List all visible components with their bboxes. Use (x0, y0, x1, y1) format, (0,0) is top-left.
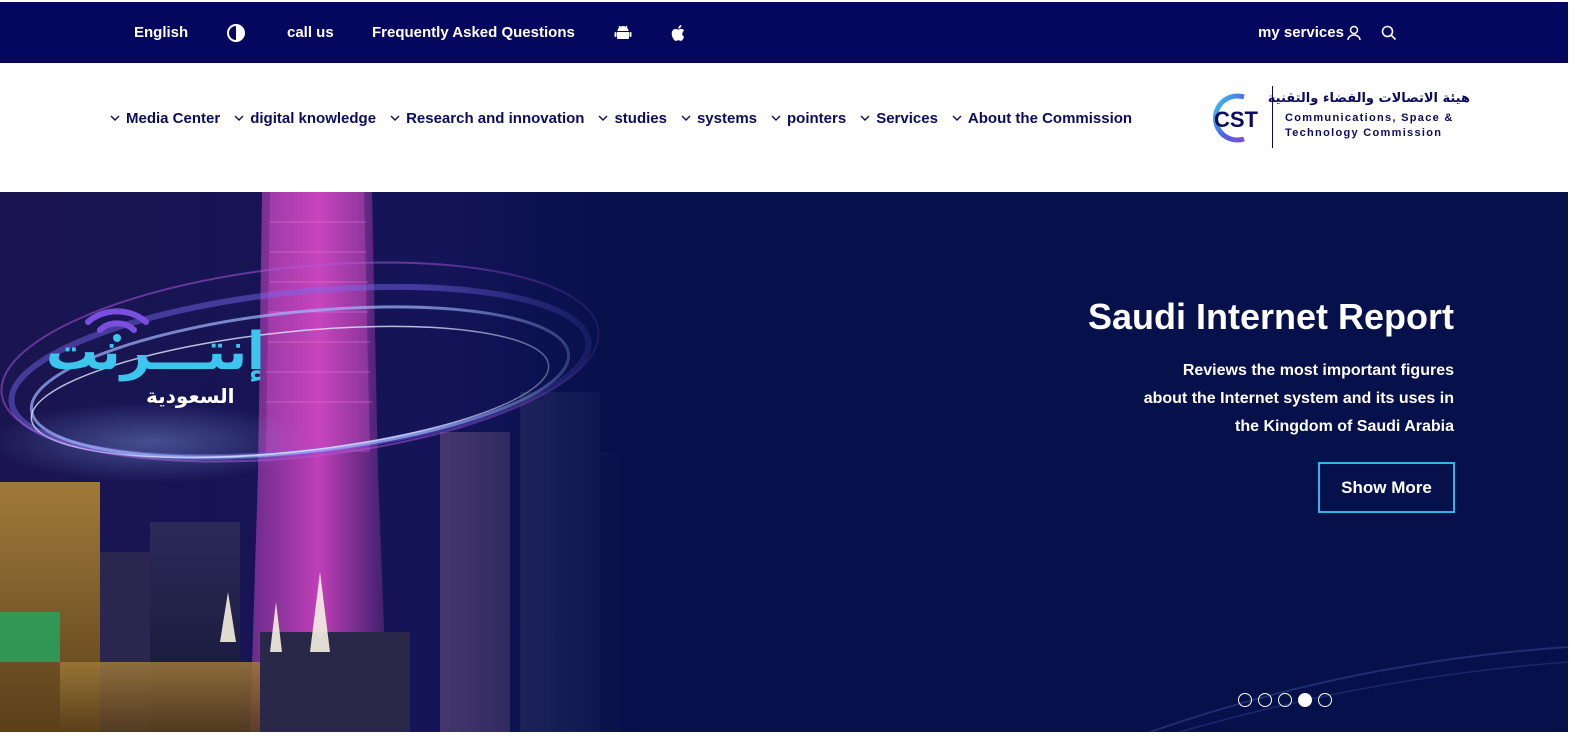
logo-english-line2: Technology Commission (1285, 127, 1443, 139)
carousel-pagination (1238, 693, 1332, 707)
my-services-label: my services (1258, 24, 1344, 41)
carousel-dot-3[interactable] (1278, 693, 1292, 707)
faq-link[interactable]: Frequently Asked Questions (372, 2, 575, 63)
nav-item-label: pointers (787, 109, 847, 127)
carousel-dot-2[interactable] (1258, 693, 1272, 707)
nav-item-label: Media Center (126, 109, 221, 127)
nav-item-label: About the Commission (967, 109, 1133, 127)
cst-logo-text: CST (1214, 107, 1259, 132)
nav-item-label: digital knowledge (250, 109, 377, 127)
apple-icon[interactable] (670, 2, 688, 63)
nav-item-services[interactable]: Services (860, 110, 938, 127)
chevron-down-icon (598, 115, 608, 121)
nav-item-about-commission[interactable]: About the Commission (952, 110, 1132, 127)
show-more-button[interactable]: Show More (1318, 462, 1455, 513)
android-icon[interactable] (614, 2, 632, 63)
cst-logo-mark: CST (1212, 93, 1259, 143)
hero-description-line1: Reviews the most important figures (1182, 362, 1454, 379)
nav-item-digital-knowledge[interactable]: digital knowledge (234, 110, 376, 127)
nav-item-label: studies (614, 109, 667, 127)
hero-banner: إنتـــرنت السعودية Saudi Internet Report… (0, 192, 1568, 732)
chevron-down-icon (234, 115, 244, 121)
user-icon (1347, 25, 1361, 41)
chevron-down-icon (110, 115, 120, 121)
nav-item-media-center[interactable]: Media Center (110, 110, 220, 127)
logo-arabic-name: هيئة الاتصالات والفضاء والتقنية (1267, 91, 1470, 106)
chevron-down-icon (860, 115, 870, 121)
chevron-down-icon (771, 115, 781, 121)
my-services-link[interactable]: my services (1258, 2, 1361, 63)
call-us-link[interactable]: call us (287, 2, 334, 63)
chevron-down-icon (681, 115, 691, 121)
nav-item-studies[interactable]: studies (598, 110, 667, 127)
language-switch[interactable]: English (134, 2, 188, 63)
nav-item-label: systems (696, 109, 757, 127)
contrast-icon[interactable] (226, 2, 246, 63)
carousel-dot-4[interactable] (1298, 693, 1312, 707)
search-icon[interactable] (1381, 2, 1397, 63)
saudi-internet-logo: إنتـــرنت السعودية (38, 300, 268, 420)
cst-logo[interactable]: CST هيئة الاتصالات والفضاء والتقنية Comm… (1204, 85, 1474, 151)
main-navbar: Media Center digital knowledge Research … (0, 63, 1568, 192)
hero-description: Reviews the most important figures about… (1094, 357, 1454, 441)
chevron-down-icon (952, 115, 962, 121)
logo-english-name: Communications, Space & Technology Commi… (1285, 111, 1475, 141)
hero-title: Saudi Internet Report (1087, 296, 1454, 337)
nav-item-systems[interactable]: systems (681, 110, 757, 127)
hero-description-line3: the Kingdom of Saudi Arabia (1235, 418, 1454, 435)
logo-english-line1: Communications, Space & (1285, 112, 1454, 124)
nav-item-label: Services (876, 109, 938, 127)
chevron-down-icon (390, 115, 400, 121)
nav-item-research-innovation[interactable]: Research and innovation (390, 110, 584, 127)
hero-description-line2: about the Internet system and its uses i… (1143, 390, 1454, 407)
nav-menu: Media Center digital knowledge Research … (110, 63, 1146, 173)
carousel-dot-5[interactable] (1318, 693, 1332, 707)
nav-item-pointers[interactable]: pointers (771, 110, 846, 127)
saudi-internet-logo-sub: السعودية (146, 384, 235, 408)
saudi-internet-logo-main: إنتـــرنت (46, 322, 265, 382)
nav-item-label: Research and innovation (406, 109, 585, 127)
top-utility-bar: English call us Frequently Asked Questio… (0, 2, 1568, 63)
carousel-dot-1[interactable] (1238, 693, 1252, 707)
